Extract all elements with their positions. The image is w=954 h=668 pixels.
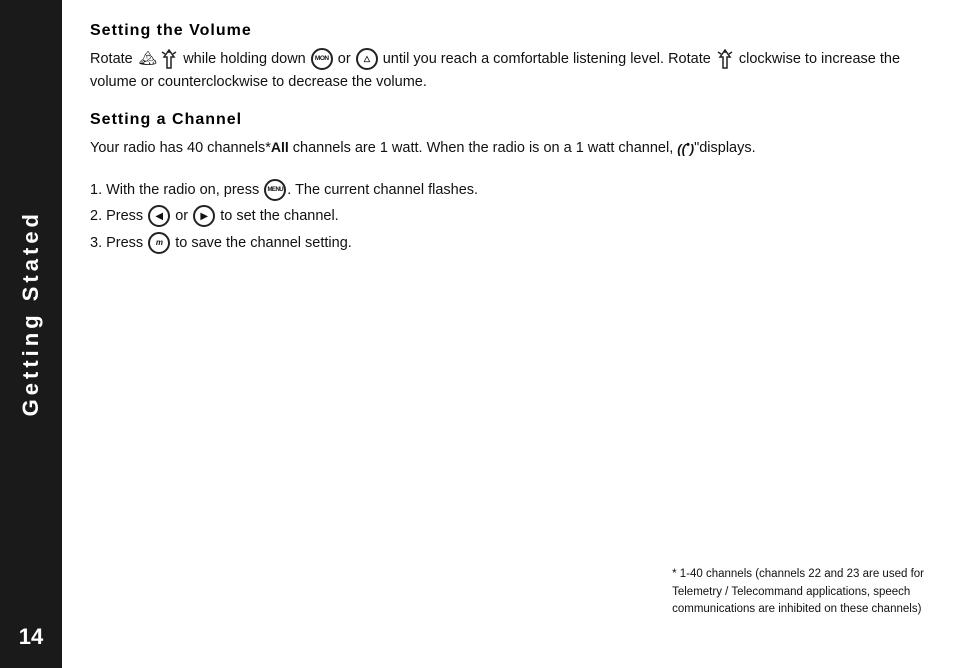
- step-1: 1. With the radio on, press MENU. The cu…: [90, 178, 924, 203]
- sidebar-section-label: Getting Stated: [18, 190, 44, 416]
- right-arrow-button: ▶: [193, 205, 215, 227]
- channel-intro: Your radio has 40 channels*All channels …: [90, 137, 924, 160]
- step-2: 2. Press ◀ or ▶ to set the channel.: [90, 204, 924, 229]
- antenna-icon-svg-1: [160, 49, 178, 69]
- or-text-1: or: [338, 51, 355, 67]
- steps-list: 1. With the radio on, press MENU. The cu…: [90, 178, 924, 256]
- step-3: 3. Press m to save the channel setting.: [90, 231, 924, 256]
- mon-button-1: MON: [311, 48, 333, 70]
- channel-section-title: Setting a Channel: [90, 111, 924, 129]
- menu-button: MENU: [264, 179, 286, 201]
- vol-button-1: △: [356, 48, 378, 70]
- left-arrow-button: ◀: [148, 205, 170, 227]
- antenna-icon-svg-2: [716, 49, 734, 69]
- sidebar: Getting Stated 14: [0, 0, 62, 668]
- volume-section-title: Setting the Volume: [90, 22, 924, 40]
- watt-icon: ((•): [677, 137, 694, 159]
- main-content: Setting the Volume Rotate 🏔︎ while holdi…: [62, 0, 954, 668]
- antenna-icon-1: 🏔︎: [139, 48, 157, 70]
- sidebar-page-number: 14: [19, 606, 43, 668]
- volume-paragraph: Rotate 🏔︎ while holding down MON or △ un…: [90, 48, 924, 93]
- save-button: m: [148, 232, 170, 254]
- footnote: * 1-40 channels (channels 22 and 23 are …: [672, 566, 924, 618]
- footnote-text: * 1-40 channels (channels 22 and 23 are …: [672, 568, 924, 615]
